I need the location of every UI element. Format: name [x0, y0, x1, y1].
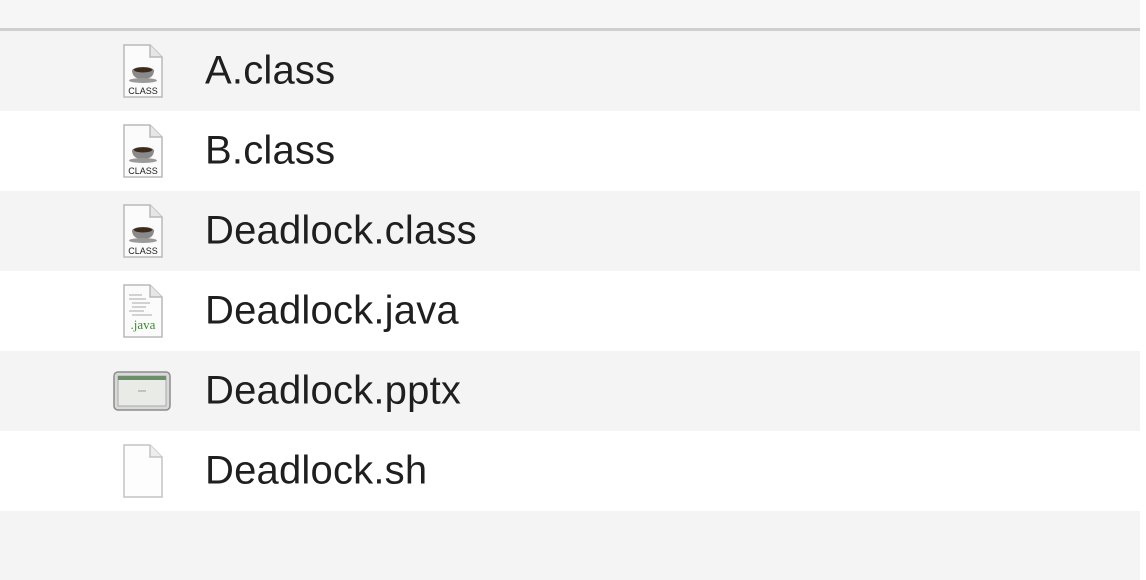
- java-class-icon: CLASS: [112, 203, 172, 259]
- svg-text:.java: .java: [131, 317, 156, 332]
- finder-window: CLASS A.class CLASS B.class CLASS Deadlo…: [0, 0, 1146, 580]
- file-name: Deadlock.java: [205, 288, 459, 333]
- list-item[interactable]: .java Deadlock.java: [0, 271, 1140, 351]
- list-item[interactable]: Deadlock.pptx: [0, 351, 1140, 431]
- file-name: Deadlock.class: [205, 208, 477, 253]
- file-name: B.class: [205, 128, 336, 173]
- list-item[interactable]: Deadlock.sh: [0, 431, 1140, 511]
- svg-text:CLASS: CLASS: [128, 86, 158, 96]
- presentation-icon: [112, 363, 172, 419]
- column-header: [0, 0, 1146, 31]
- file-name: Deadlock.pptx: [205, 368, 462, 413]
- file-list: CLASS A.class CLASS B.class CLASS Deadlo…: [0, 31, 1140, 511]
- java-class-icon: CLASS: [112, 43, 172, 99]
- java-class-icon: CLASS: [112, 123, 172, 179]
- list-item[interactable]: CLASS A.class: [0, 31, 1140, 111]
- svg-text:CLASS: CLASS: [128, 246, 158, 256]
- window-edge: [1140, 0, 1146, 580]
- java-source-icon: .java: [112, 283, 172, 339]
- file-name: Deadlock.sh: [205, 448, 428, 493]
- empty-list-area: [0, 511, 1140, 580]
- file-name: A.class: [205, 48, 336, 93]
- list-item[interactable]: CLASS Deadlock.class: [0, 191, 1140, 271]
- list-item[interactable]: CLASS B.class: [0, 111, 1140, 191]
- blank-document-icon: [112, 443, 172, 499]
- svg-text:CLASS: CLASS: [128, 166, 158, 176]
